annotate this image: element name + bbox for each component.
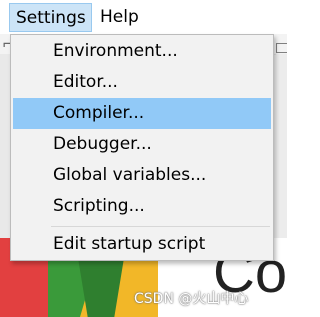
menu-item-global-variables[interactable]: Global variables... [13,160,271,191]
menu-item-edit-startup-script[interactable]: Edit startup script [13,229,271,260]
editor-gutter [0,54,10,254]
watermark: CSDN @火山中心 [134,291,249,307]
menu-separator [51,226,270,227]
menubar: Settings Help [0,0,287,34]
menu-help[interactable]: Help [98,3,148,32]
menu-item-editor[interactable]: Editor... [13,67,271,98]
panel-close-icon[interactable] [276,43,287,53]
menu-settings[interactable]: Settings [9,3,92,32]
screenshot: ⌐ Co CSDN @火山中心 Settings Help Environmen… [0,0,287,317]
right-panel [276,54,287,249]
menu-item-environment[interactable]: Environment... [13,36,271,67]
settings-dropdown: Environment... Editor... Compiler... Deb… [10,34,274,261]
menu-item-compiler[interactable]: Compiler... [13,98,271,129]
menu-item-debugger[interactable]: Debugger... [13,129,271,160]
menu-item-scripting[interactable]: Scripting... [13,191,271,222]
